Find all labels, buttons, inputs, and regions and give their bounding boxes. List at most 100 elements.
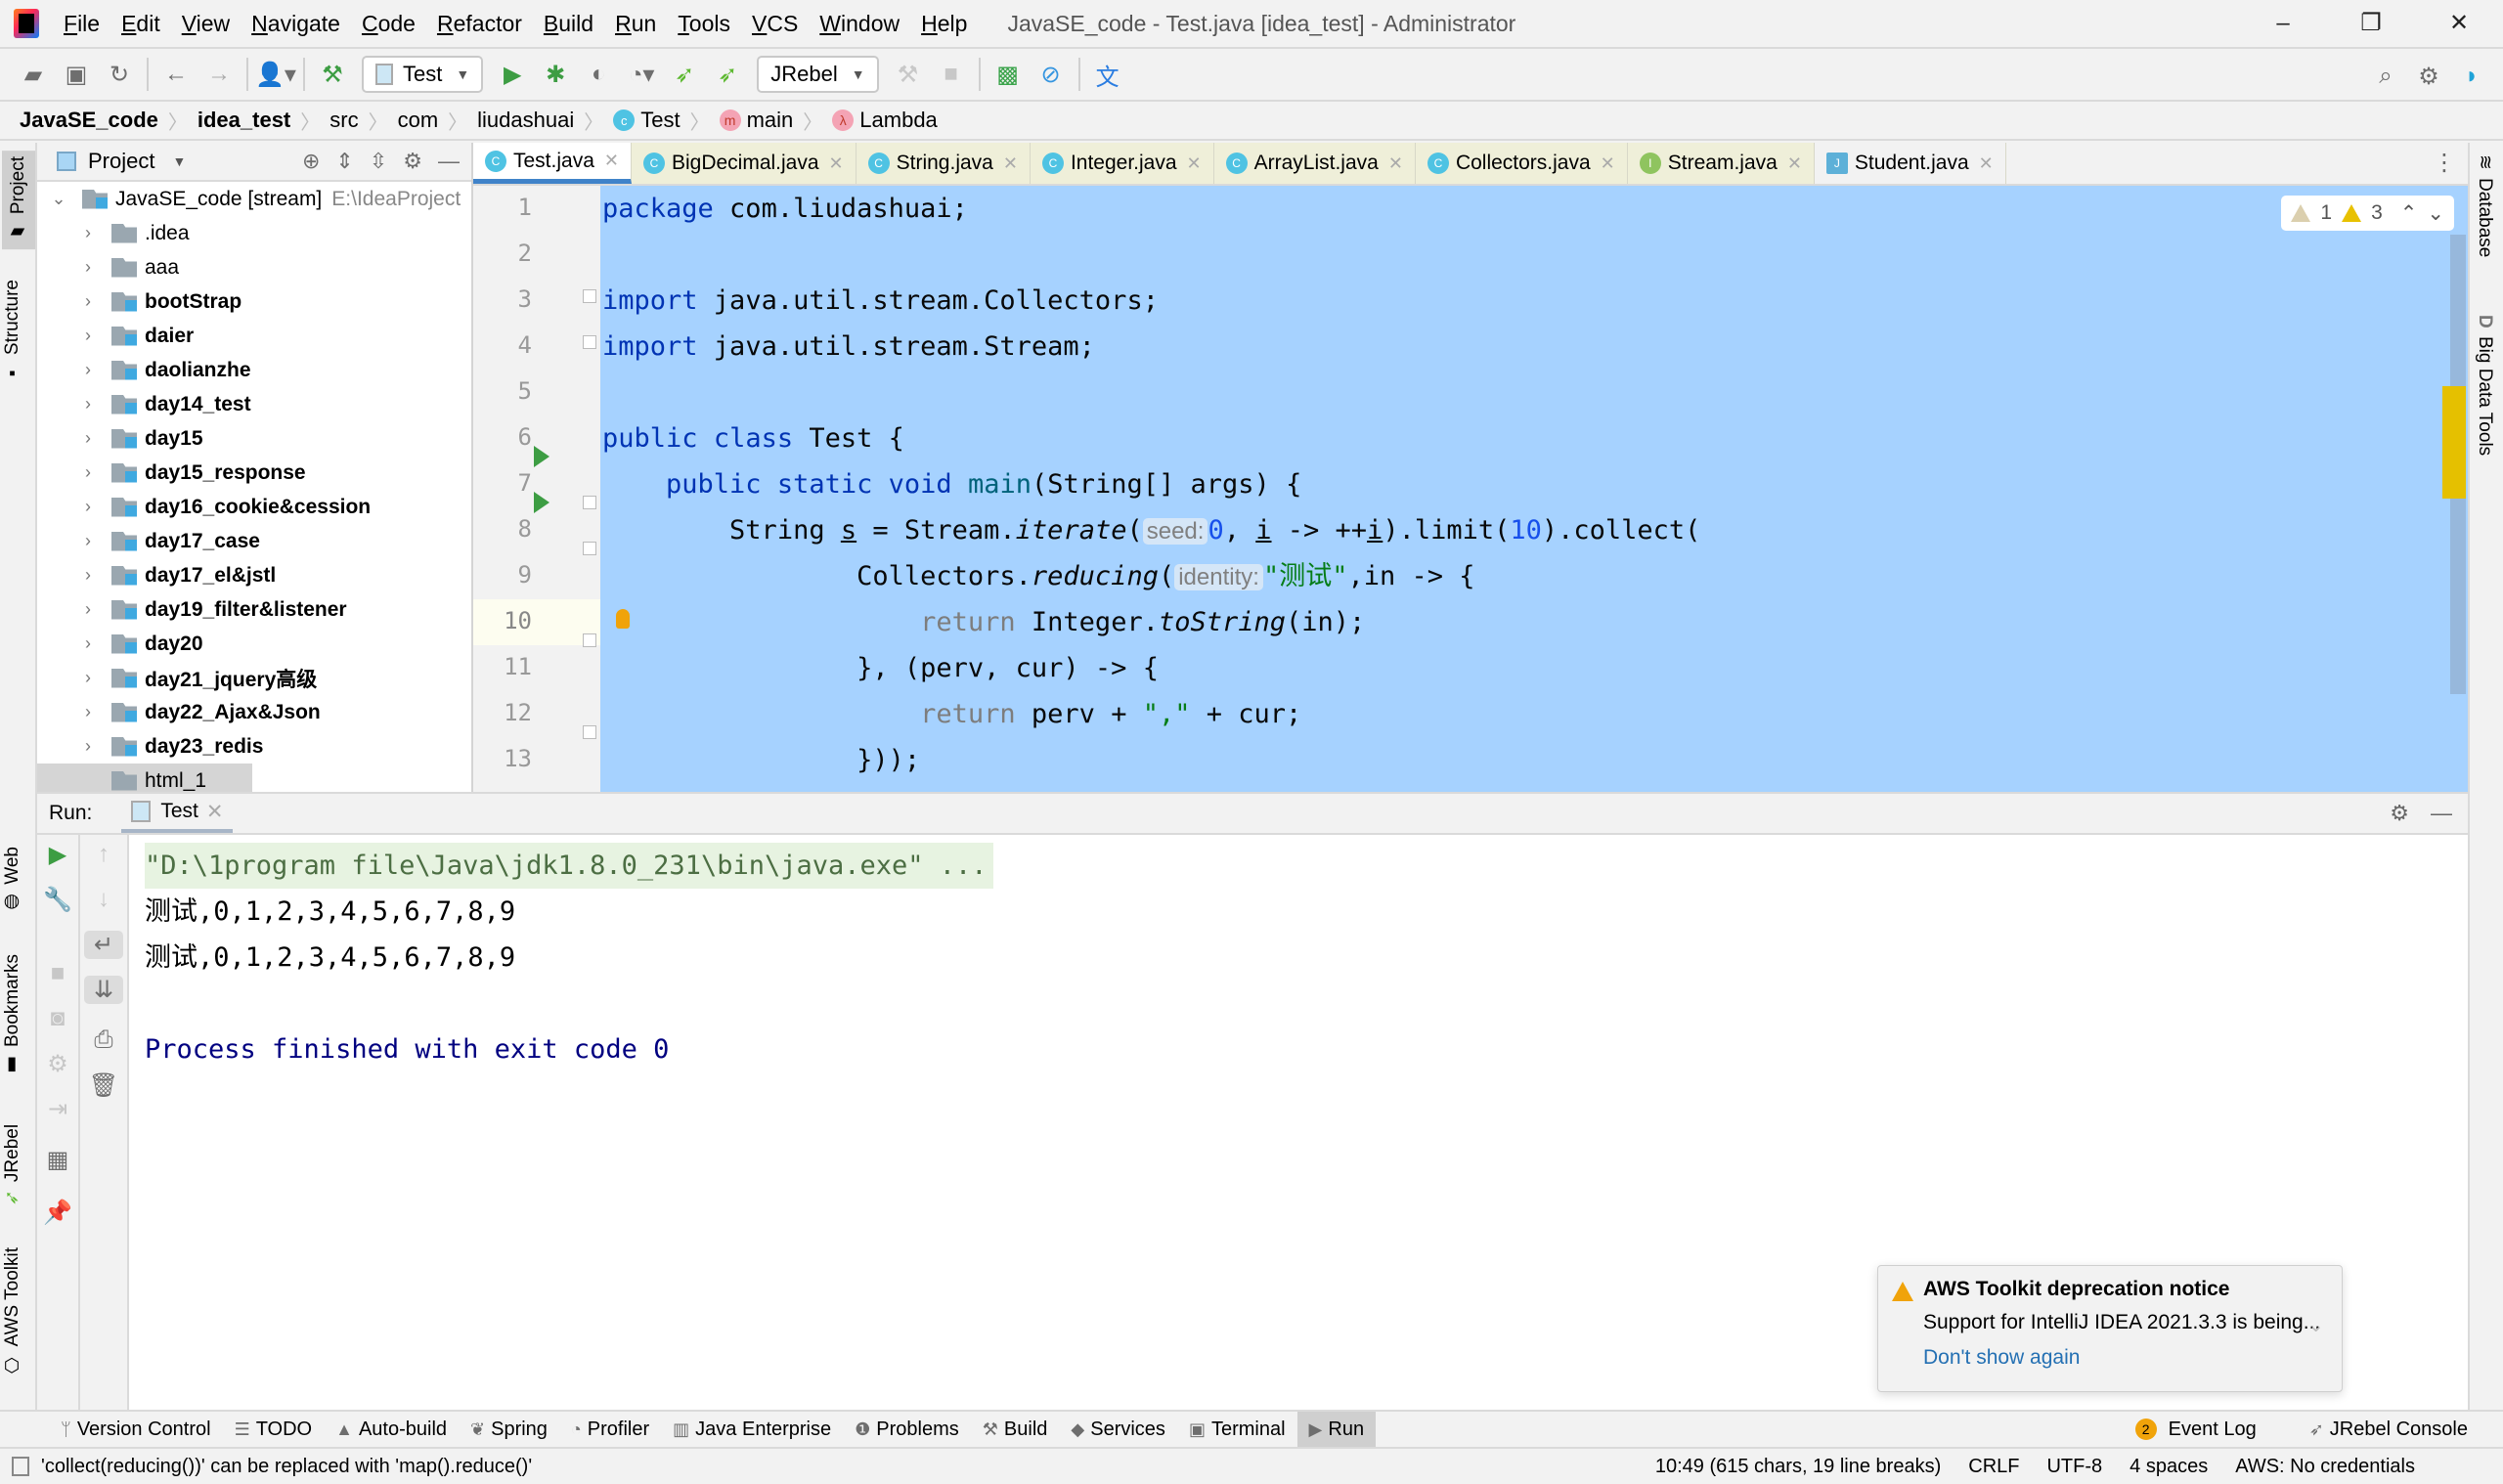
tree-item[interactable]: › day23_redis bbox=[37, 729, 471, 764]
close-tab-icon[interactable]: ✕ bbox=[1601, 153, 1615, 174]
settings-icon[interactable]: ⚙ bbox=[403, 149, 422, 174]
chevron-right-icon[interactable]: › bbox=[78, 599, 98, 620]
close-tab-icon[interactable]: ✕ bbox=[1187, 153, 1202, 174]
menu-edit[interactable]: Edit bbox=[110, 11, 171, 37]
dont-show-again-link[interactable]: Don't show again bbox=[1923, 1346, 2080, 1370]
tool-window-profiler[interactable]: ◔ Profiler bbox=[559, 1412, 661, 1447]
console-output[interactable]: "D:\1program file\Java\jdk1.8.0_231\bin\… bbox=[145, 843, 993, 1072]
fold-marker-icon[interactable] bbox=[583, 633, 596, 647]
stripe-database[interactable]: ≋ Database bbox=[2474, 154, 2495, 257]
line-separator[interactable]: CRLF bbox=[1968, 1456, 2019, 1478]
expand-chevron-icon[interactable]: ⌄ bbox=[2307, 1313, 2324, 1337]
chevron-right-icon[interactable]: › bbox=[78, 668, 98, 688]
stripe-web[interactable]: ◍ Web bbox=[2, 847, 23, 914]
translate-icon[interactable]: 文 bbox=[1086, 53, 1129, 96]
close-icon[interactable]: ✕ bbox=[206, 800, 224, 824]
editor-tab[interactable]: C ArrayList.java ✕ bbox=[1213, 143, 1416, 184]
stripe-project[interactable]: ▰ Project bbox=[2, 151, 35, 250]
profile-icon[interactable]: ◔▾ bbox=[620, 53, 663, 96]
chevron-right-icon[interactable]: › bbox=[78, 428, 98, 449]
tree-item[interactable]: › bootStrap bbox=[37, 284, 471, 319]
rebuild-icon[interactable]: ⚒ bbox=[887, 53, 930, 96]
chevron-right-icon[interactable]: › bbox=[78, 702, 98, 722]
fold-marker-icon[interactable] bbox=[583, 335, 596, 349]
tool-window-spring[interactable]: ❦ Spring bbox=[459, 1412, 559, 1447]
chevron-right-icon[interactable]: › bbox=[78, 394, 98, 415]
editor-tab[interactable]: C BigDecimal.java ✕ bbox=[631, 143, 856, 184]
crumb-module[interactable]: idea_test bbox=[198, 108, 290, 133]
editor-tab[interactable]: C String.java ✕ bbox=[856, 143, 1031, 184]
menu-build[interactable]: Build bbox=[533, 11, 604, 37]
menu-vcs[interactable]: VCS bbox=[741, 11, 809, 37]
search-icon[interactable]: ⌕ bbox=[2364, 55, 2407, 98]
tool-window-version-control[interactable]: ᛘ Version Control bbox=[49, 1412, 223, 1447]
aws-credentials[interactable]: AWS: No credentials bbox=[2235, 1456, 2415, 1478]
jrebel-debug-icon[interactable]: ➶ bbox=[706, 53, 749, 96]
close-tab-icon[interactable]: ✕ bbox=[829, 153, 844, 174]
editor-tab[interactable]: C Test.java ✕ bbox=[473, 143, 632, 184]
chevron-right-icon[interactable]: › bbox=[78, 257, 98, 278]
crumb-lambda[interactable]: λ Lambda bbox=[832, 108, 938, 133]
login-icon[interactable]: ⇥ bbox=[37, 1095, 78, 1123]
forward-icon[interactable]: → bbox=[198, 53, 241, 96]
close-button[interactable]: ✕ bbox=[2415, 0, 2503, 47]
inspection-widget[interactable]: 1 3 ⌃ ⌄ bbox=[2281, 196, 2454, 231]
chevron-right-icon[interactable]: › bbox=[78, 291, 98, 312]
menu-view[interactable]: View bbox=[171, 11, 241, 37]
jrebel-run-icon[interactable]: ➶ bbox=[663, 53, 706, 96]
chevron-right-icon[interactable]: › bbox=[78, 736, 98, 757]
caret-position[interactable]: 10:49 (615 chars, 19 line breaks) bbox=[1655, 1456, 1941, 1478]
settings-exclude-icon[interactable]: ⚙ bbox=[37, 1050, 78, 1078]
menu-code[interactable]: Code bbox=[351, 11, 426, 37]
run-icon[interactable]: ▶ bbox=[491, 53, 534, 96]
save-icon[interactable]: ▣ bbox=[55, 53, 98, 96]
menu-file[interactable]: File bbox=[53, 11, 110, 37]
run-main-gutter-icon[interactable] bbox=[534, 492, 549, 513]
coverage-icon[interactable]: ◐ bbox=[577, 53, 620, 96]
tool-window-run[interactable]: ▶ Run bbox=[1296, 1412, 1377, 1447]
fold-marker-icon[interactable] bbox=[583, 289, 596, 303]
fold-marker-icon[interactable] bbox=[583, 542, 596, 555]
menu-help[interactable]: Help bbox=[910, 11, 978, 37]
expand-all-icon[interactable]: ⇕ bbox=[335, 149, 353, 174]
collapse-all-icon[interactable]: ⇳ bbox=[370, 149, 387, 174]
sync-icon[interactable]: ↻ bbox=[98, 53, 141, 96]
tree-item[interactable]: › day16_cookie&cession bbox=[37, 490, 471, 524]
editor-tab[interactable]: J Student.java ✕ bbox=[1814, 143, 2006, 184]
tree-item[interactable]: › daolianzhe bbox=[37, 353, 471, 387]
crumb-com[interactable]: com bbox=[398, 108, 439, 133]
fold-marker-icon[interactable] bbox=[583, 725, 596, 739]
crumb-class[interactable]: c Test bbox=[613, 108, 681, 133]
close-tab-icon[interactable]: ✕ bbox=[1388, 153, 1403, 174]
editor-tab[interactable]: C Integer.java ✕ bbox=[1030, 143, 1214, 184]
stripe-bookmarks[interactable]: ▮ Bookmarks bbox=[2, 954, 23, 1076]
tree-item[interactable]: › day17_case bbox=[37, 524, 471, 558]
pin-icon[interactable]: 📌 bbox=[37, 1199, 78, 1227]
arrow-up-icon[interactable]: ↑ bbox=[80, 841, 127, 868]
restore-button[interactable]: ❐ bbox=[2327, 0, 2415, 47]
tool-window-build[interactable]: ⚒ Build bbox=[971, 1412, 1060, 1447]
tree-item[interactable]: › day19_filter&listener bbox=[37, 592, 471, 627]
wrench-icon[interactable]: 🔧 bbox=[37, 886, 78, 914]
chevron-down-icon[interactable]: ⌄ bbox=[49, 189, 68, 209]
power-save-icon[interactable]: ⊘ bbox=[1030, 53, 1073, 96]
hide-icon[interactable]: — bbox=[2431, 801, 2452, 826]
hide-icon[interactable]: — bbox=[438, 149, 460, 174]
crumb-src[interactable]: src bbox=[329, 108, 358, 133]
previous-highlight-icon[interactable]: ⌃ bbox=[2400, 201, 2418, 226]
run-config-select[interactable]: Test ▼ bbox=[362, 56, 484, 93]
tree-item[interactable]: › day22_Ajax&Json bbox=[37, 695, 471, 729]
crumb-method[interactable]: m main bbox=[719, 108, 793, 133]
scroll-to-end-icon[interactable]: ⇊ bbox=[84, 976, 123, 1004]
editor-tab[interactable]: I Stream.java ✕ bbox=[1627, 143, 1815, 184]
more-tabs-icon[interactable]: ⋮ bbox=[2433, 149, 2456, 177]
user-icon[interactable]: 👤▾ bbox=[254, 53, 297, 96]
stop-icon[interactable]: ■ bbox=[37, 960, 78, 987]
status-toggle-icon[interactable] bbox=[12, 1457, 29, 1476]
indent-setting[interactable]: 4 spaces bbox=[2130, 1456, 2208, 1478]
tool-window-java-enterprise[interactable]: ▥ Java Enterprise bbox=[661, 1412, 843, 1447]
tree-item[interactable]: › day14_test bbox=[37, 387, 471, 421]
monitor-icon[interactable]: ▩ bbox=[987, 53, 1030, 96]
minimize-button[interactable]: – bbox=[2239, 0, 2327, 47]
tool-window-todo[interactable]: ☰ TODO bbox=[223, 1412, 325, 1447]
